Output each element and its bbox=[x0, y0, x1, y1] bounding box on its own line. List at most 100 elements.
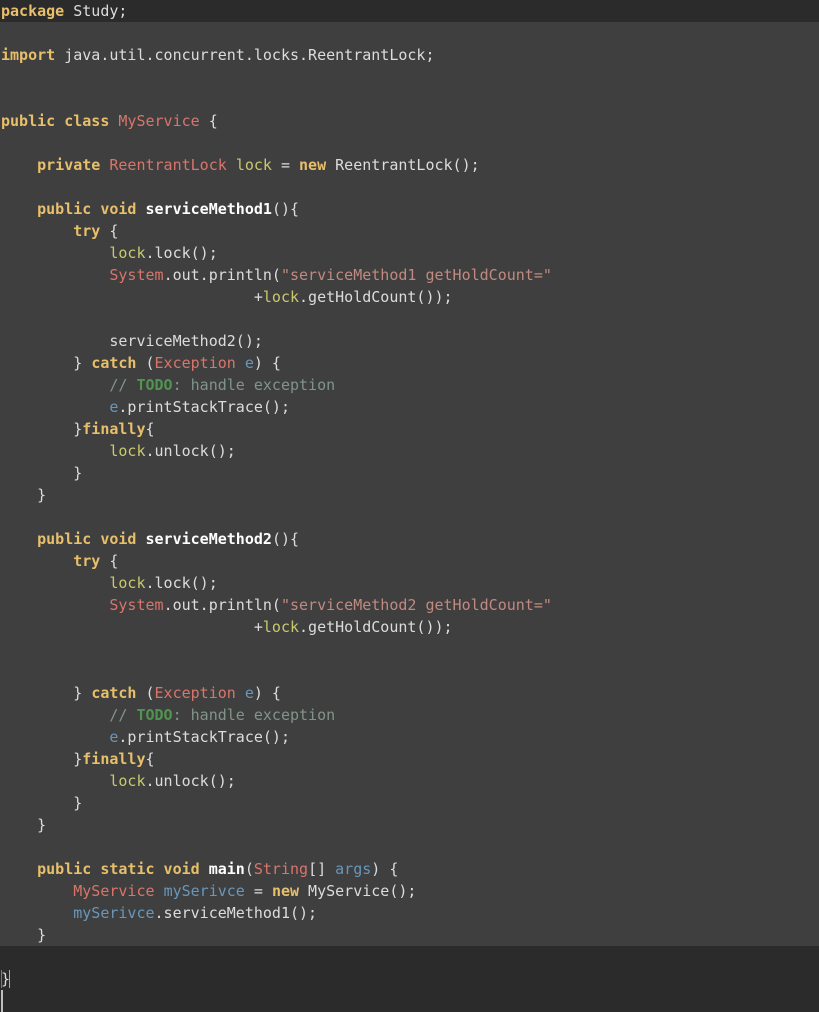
code-editor[interactable]: package Study; import java.util.concurre… bbox=[0, 0, 819, 1012]
code-line[interactable]: // TODO: handle exception bbox=[0, 704, 819, 726]
code-token-kw: public static void bbox=[37, 860, 200, 878]
code-token-cmt: // bbox=[109, 706, 137, 724]
code-line[interactable]: +lock.getHoldCount()); bbox=[0, 286, 819, 308]
code-token-cls: MyService bbox=[118, 112, 200, 130]
code-line[interactable] bbox=[0, 506, 819, 528]
code-line[interactable] bbox=[0, 132, 819, 154]
code-token-pl: .getHoldCount()); bbox=[299, 618, 453, 636]
code-line[interactable] bbox=[0, 176, 819, 198]
code-token-pl: + bbox=[1, 618, 263, 636]
code-token-kw: try bbox=[73, 552, 101, 570]
code-line[interactable]: } catch (Exception e) { bbox=[0, 682, 819, 704]
code-token-cls: Exception bbox=[154, 354, 236, 372]
code-line[interactable]: mySerivce.serviceMethod1(); bbox=[0, 902, 819, 924]
code-line[interactable]: public void serviceMethod2(){ bbox=[0, 528, 819, 550]
code-line[interactable]: lock.unlock(); bbox=[0, 770, 819, 792]
code-token-kw: try bbox=[73, 222, 101, 240]
code-text-area[interactable]: package Study; import java.util.concurre… bbox=[0, 0, 819, 990]
code-token-pl: ( bbox=[244, 860, 254, 878]
code-line[interactable]: } bbox=[0, 484, 819, 506]
code-line[interactable]: }finally{ bbox=[0, 418, 819, 440]
code-token-pl: .out.println( bbox=[163, 596, 281, 614]
code-line[interactable] bbox=[0, 638, 819, 660]
code-token-var: mySerivce bbox=[73, 904, 155, 922]
code-line[interactable]: public static void main(String[] args) { bbox=[0, 858, 819, 880]
code-token-pl: } bbox=[1, 926, 47, 944]
code-token-cls: System bbox=[109, 596, 164, 614]
code-line[interactable]: lock.unlock(); bbox=[0, 440, 819, 462]
code-line[interactable] bbox=[0, 66, 819, 88]
code-token-str: "serviceMethod2 getHoldCount=" bbox=[280, 596, 552, 614]
code-token-pl: } bbox=[1, 816, 47, 834]
code-token-var: e bbox=[244, 684, 254, 702]
code-line[interactable] bbox=[0, 946, 819, 968]
code-token-cls: MyService bbox=[73, 882, 155, 900]
code-token-pl: java.util.concurrent.locks.ReentrantLock… bbox=[55, 46, 435, 64]
code-line[interactable] bbox=[0, 22, 819, 44]
code-line[interactable]: System.out.println("serviceMethod2 getHo… bbox=[0, 594, 819, 616]
code-line[interactable]: +lock.getHoldCount()); bbox=[0, 616, 819, 638]
code-line[interactable]: System.out.println("serviceMethod1 getHo… bbox=[0, 264, 819, 286]
code-token-pl: ReentrantLock(); bbox=[326, 156, 480, 174]
code-line[interactable]: } bbox=[0, 462, 819, 484]
code-token-var: mySerivce bbox=[163, 882, 245, 900]
code-token-pl: .lock(); bbox=[145, 574, 218, 592]
code-line[interactable]: lock.lock(); bbox=[0, 242, 819, 264]
code-line[interactable]: public class MyService { bbox=[0, 110, 819, 132]
code-line[interactable]: try { bbox=[0, 220, 819, 242]
code-line[interactable] bbox=[0, 660, 819, 682]
code-token-kw: new bbox=[299, 156, 327, 174]
code-token-pl: } bbox=[1, 354, 92, 372]
code-token-pl: { bbox=[145, 750, 155, 768]
code-line[interactable]: e.printStackTrace(); bbox=[0, 726, 819, 748]
code-token-kw: import bbox=[1, 46, 56, 64]
code-token-kw: public class bbox=[1, 112, 110, 130]
code-line[interactable] bbox=[0, 308, 819, 330]
code-line[interactable]: serviceMethod2(); bbox=[0, 330, 819, 352]
code-line[interactable]: } bbox=[0, 814, 819, 836]
code-line[interactable]: try { bbox=[0, 550, 819, 572]
code-token-pl: ) { bbox=[253, 684, 281, 702]
code-token-kw: catch bbox=[91, 684, 137, 702]
code-line[interactable] bbox=[0, 836, 819, 858]
code-line[interactable]: e.printStackTrace(); bbox=[0, 396, 819, 418]
code-token-pl: ) { bbox=[253, 354, 281, 372]
code-token-cmt: : handle exception bbox=[172, 706, 336, 724]
code-token-pl: Study; bbox=[64, 2, 128, 20]
code-line[interactable]: } catch (Exception e) { bbox=[0, 352, 819, 374]
code-line[interactable] bbox=[0, 88, 819, 110]
code-line[interactable]: }finally{ bbox=[0, 748, 819, 770]
code-token-pl: = bbox=[244, 882, 272, 900]
code-line[interactable]: private ReentrantLock lock = new Reentra… bbox=[0, 154, 819, 176]
code-token-pl: } bbox=[1, 750, 83, 768]
code-token-fld: lock bbox=[109, 244, 146, 262]
code-token-fld: lock bbox=[109, 772, 146, 790]
code-line[interactable]: MyService mySerivce = new MyService(); bbox=[0, 880, 819, 902]
code-line[interactable]: } bbox=[0, 968, 819, 990]
code-token-fld: lock bbox=[262, 288, 300, 306]
code-token-kw: public void bbox=[37, 530, 137, 548]
code-token-todo: TODO bbox=[136, 706, 173, 724]
code-line[interactable]: public void serviceMethod1(){ bbox=[0, 198, 819, 220]
code-line[interactable]: lock.lock(); bbox=[0, 572, 819, 594]
code-token-kw: public void bbox=[37, 200, 137, 218]
code-token-pl: } bbox=[1, 464, 83, 482]
code-line[interactable]: } bbox=[0, 792, 819, 814]
code-line[interactable]: } bbox=[0, 924, 819, 946]
code-line[interactable]: package Study; bbox=[0, 0, 819, 22]
code-line[interactable]: import java.util.concurrent.locks.Reentr… bbox=[0, 44, 819, 66]
code-token-var: args bbox=[335, 860, 372, 878]
code-line[interactable]: // TODO: handle exception bbox=[0, 374, 819, 396]
code-token-kw: finally bbox=[82, 750, 146, 768]
